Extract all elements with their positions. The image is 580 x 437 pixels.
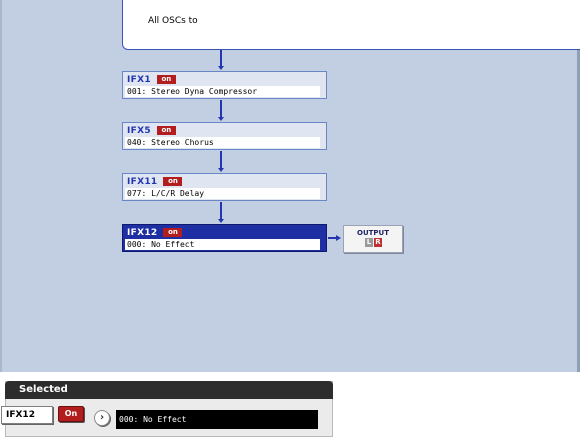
connector-line [220, 50, 222, 66]
selected-panel-title: Selected [5, 381, 333, 399]
left-channel-icon: L [365, 238, 373, 247]
ifx-name: IFX11 [127, 176, 158, 187]
output-label: OUTPUT [357, 229, 389, 237]
selected-panel: Selected IFX12 On › 000: No Effect [1, 381, 333, 437]
connector-arrow [218, 219, 224, 223]
on-badge: on [156, 75, 176, 84]
ifx-name: IFX12 [127, 227, 158, 238]
connector-line [220, 202, 222, 219]
on-badge: on [156, 126, 176, 135]
connector-arrow [218, 168, 224, 172]
connector-arrow [218, 117, 224, 121]
ifx-effect-name: 000: No Effect [125, 239, 320, 250]
output-connector-arrow [336, 235, 341, 241]
on-badge: on [163, 228, 183, 237]
output-box[interactable]: OUTPUT L R [343, 225, 403, 253]
ifx-block-ifx12[interactable]: IFX12 on 000: No Effect [122, 224, 327, 252]
chevron-right-icon[interactable]: › [94, 410, 110, 426]
selected-effect-field[interactable]: 000: No Effect [116, 410, 318, 429]
connector-line [220, 100, 222, 117]
right-channel-icon: R [374, 238, 382, 247]
routing-canvas: All OSCs to IFX1 on 001: Stereo Dyna Com… [0, 0, 580, 372]
connector-line [220, 151, 222, 168]
ifx-effect-name: 040: Stereo Chorus [125, 137, 320, 148]
on-badge: on [163, 177, 183, 186]
output-lr-indicator: L R [365, 238, 382, 247]
source-label: All OSCs to [148, 16, 198, 26]
ifx-block-ifx5[interactable]: IFX5 on 040: Stereo Chorus [122, 122, 327, 150]
selected-on-button[interactable]: On [58, 406, 84, 422]
ifx-block-ifx11[interactable]: IFX11 on 077: L/C/R Delay [122, 173, 327, 201]
selected-slot-button[interactable]: IFX12 [1, 406, 53, 424]
ifx-name: IFX1 [127, 74, 151, 85]
connector-arrow [218, 66, 224, 70]
ifx-name: IFX5 [127, 125, 151, 136]
ifx-effect-name: 001: Stereo Dyna Compressor [125, 86, 320, 97]
ifx-block-ifx1[interactable]: IFX1 on 001: Stereo Dyna Compressor [122, 71, 327, 99]
source-box[interactable]: All OSCs to [122, 0, 580, 50]
ifx-effect-name: 077: L/C/R Delay [125, 188, 320, 199]
